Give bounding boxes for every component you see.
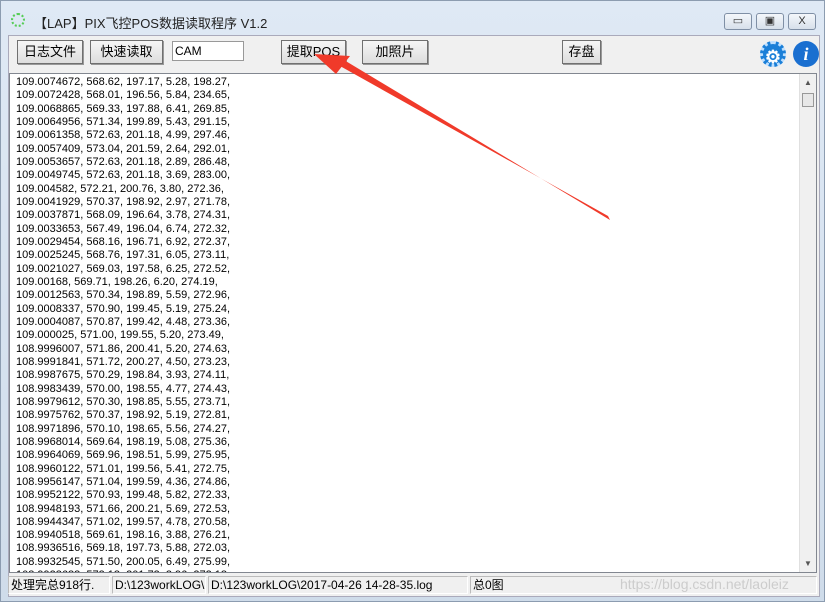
output-line: 109.0053657, 572.63, 201.18, 2.89, 286.4…: [16, 155, 231, 168]
output-line: 108.9968014, 569.64, 198.19, 5.08, 275.3…: [16, 435, 231, 448]
output-line: 109.0049745, 572.63, 201.18, 3.69, 283.0…: [16, 169, 231, 182]
info-icon[interactable]: i: [793, 41, 819, 67]
output-line: 108.9975762, 570.37, 198.92, 5.19, 272.8…: [16, 409, 231, 422]
output-line: 109.0033653, 567.49, 196.04, 6.74, 272.3…: [16, 222, 231, 235]
output-line: 109.0074672, 568.62, 197.17, 5.28, 198.2…: [16, 76, 231, 88]
output-line: 109.0037871, 568.09, 196.64, 3.78, 274.3…: [16, 209, 231, 222]
output-line: 108.9956147, 571.04, 199.59, 4.36, 274.8…: [16, 475, 231, 488]
window-title: 【LAP】PIX飞控POS数据读取程序 V1.2: [34, 16, 268, 31]
output-line: 109.0029454, 568.16, 196.71, 6.92, 272.3…: [16, 235, 231, 248]
scroll-down-button[interactable]: ▼: [800, 555, 816, 572]
output-line: 108.9983439, 570.00, 198.55, 4.77, 274.4…: [16, 382, 231, 395]
output-line: 108.9940518, 569.61, 198.16, 3.88, 276.2…: [16, 529, 231, 542]
log-file-button[interactable]: 日志文件: [17, 40, 83, 64]
output-line: 109.0021027, 569.03, 197.58, 6.25, 272.5…: [16, 262, 231, 275]
scroll-up-button[interactable]: ▲: [800, 74, 816, 91]
scroll-thumb[interactable]: [802, 93, 814, 107]
extract-pos-button[interactable]: 提取POS: [281, 40, 346, 64]
output-line: 108.9964069, 569.96, 198.51, 5.99, 275.9…: [16, 449, 231, 462]
output-line: 108.9991841, 571.72, 200.27, 4.50, 273.2…: [16, 355, 231, 368]
save-button[interactable]: 存盘: [562, 40, 601, 64]
status-file: D:\123workLOG\2017-04-26 14-28-35.log: [208, 576, 468, 594]
output-line: 108.9936516, 569.18, 197.73, 5.88, 272.0…: [16, 542, 231, 555]
output-line: 108.9971896, 570.10, 198.65, 5.56, 274.2…: [16, 422, 231, 435]
output-line: 109.0068865, 569.33, 197.88, 6.41, 269.8…: [16, 102, 231, 115]
output-line: 108.9944347, 571.02, 199.57, 4.78, 270.5…: [16, 515, 231, 528]
output-line: 109.0061358, 572.63, 201.18, 4.99, 297.4…: [16, 129, 231, 142]
output-line: 109.0004087, 570.87, 199.42, 4.48, 273.3…: [16, 315, 231, 328]
add-photo-button[interactable]: 加照片: [362, 40, 428, 64]
status-directory: D:\123workLOG\: [112, 576, 206, 594]
quick-read-button[interactable]: 快速读取: [90, 40, 163, 64]
close-button[interactable]: X: [788, 13, 816, 30]
output-line: 109.0072428, 568.01, 196.56, 5.84, 234.6…: [16, 89, 231, 102]
output-line: 109.0008337, 570.90, 199.45, 5.19, 275.2…: [16, 302, 231, 315]
output-line: 108.9928688, 573.18, 201.73, 3.96, 272.1…: [16, 569, 230, 572]
output-line: 109.000025, 571.00, 199.55, 5.20, 273.49…: [16, 329, 224, 342]
watermark: https://blog.csdn.net/laoleiz: [620, 576, 789, 592]
output-line: 109.0012563, 570.34, 198.89, 5.59, 272.9…: [16, 289, 231, 302]
output-line: 108.9996007, 571.86, 200.41, 5.20, 274.6…: [16, 342, 231, 355]
maximize-button[interactable]: ▣: [756, 13, 784, 30]
output-line: 108.9932545, 571.50, 200.05, 6.49, 275.9…: [16, 555, 231, 568]
output-line: 108.9952122, 570.93, 199.48, 5.82, 272.3…: [16, 489, 231, 502]
status-line-count: 处理完总918行.: [8, 576, 110, 594]
output-line: 108.9948193, 571.66, 200.21, 5.69, 272.5…: [16, 502, 231, 515]
output-line: 109.004582, 572.21, 200.76, 3.80, 272.36…: [16, 182, 224, 195]
output-line: 108.9987675, 570.29, 198.84, 3.93, 274.1…: [16, 369, 230, 382]
output-line: 109.00168, 569.71, 198.26, 6.20, 274.19,: [16, 275, 218, 288]
cam-input[interactable]: [172, 41, 244, 61]
output-line: 109.0064956, 571.34, 199.89, 5.43, 291.1…: [16, 115, 231, 128]
gear-icon[interactable]: ⚙: [760, 41, 786, 67]
output-line: 109.0041929, 570.37, 198.92, 2.97, 271.7…: [16, 195, 231, 208]
output-line: 109.0057409, 573.04, 201.59, 2.64, 292.0…: [16, 142, 231, 155]
output-textarea[interactable]: 109.0074672, 568.62, 197.17, 5.28, 198.2…: [9, 73, 817, 573]
output-line: 108.9979612, 570.30, 198.85, 5.55, 273.7…: [16, 395, 231, 408]
output-line: 109.0025245, 568.76, 197.31, 6.05, 273.1…: [16, 249, 230, 262]
output-line: 108.9960122, 571.01, 199.56, 5.41, 272.7…: [16, 462, 231, 475]
app-icon: [11, 13, 25, 27]
output-lines: 109.0074672, 568.62, 197.17, 5.28, 198.2…: [16, 76, 231, 572]
minimize-button[interactable]: ▭: [724, 13, 752, 30]
vertical-scrollbar[interactable]: ▲ ▼: [799, 74, 816, 572]
